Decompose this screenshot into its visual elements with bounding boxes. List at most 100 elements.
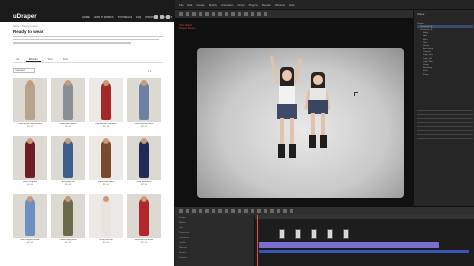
search-icon[interactable]: [154, 15, 158, 19]
scene-tree-item[interactable]: Props: [417, 73, 473, 76]
tab-kids[interactable]: Kids: [60, 57, 71, 62]
timeline-tool-icon[interactable]: [283, 209, 287, 213]
product-card[interactable]: White tank top $15.00: [89, 194, 123, 249]
cart-icon[interactable]: [166, 15, 170, 19]
product-image[interactable]: [89, 194, 123, 238]
product-card[interactable]: Blue yoga set $15.00: [51, 136, 85, 191]
product-image[interactable]: [13, 194, 47, 238]
timeline-tool-icon[interactable]: [218, 209, 222, 213]
menu-edit[interactable]: Edit: [188, 3, 193, 7]
product-card[interactable]: Camo cargo pants $15.00: [51, 194, 85, 249]
toolbar-tool-icon[interactable]: [211, 12, 215, 16]
product-card[interactable]: Floral summer dress $15.00: [127, 78, 161, 133]
product-card[interactable]: Wine red gown $15.00: [13, 136, 47, 191]
menu-file[interactable]: File: [179, 3, 184, 7]
sort-select[interactable]: Featured: [13, 68, 35, 73]
timeline-tool-icon[interactable]: [257, 209, 261, 213]
menu-plugins[interactable]: Plugins: [249, 3, 258, 7]
product-card[interactable]: Crop top with long trousers $15.00: [13, 78, 47, 133]
product-card[interactable]: Red sweater and jeans $15.00: [89, 78, 123, 133]
toolbar-tool-icon[interactable]: [237, 12, 241, 16]
product-image[interactable]: [13, 78, 47, 122]
site-logo[interactable]: uDraper: [13, 14, 37, 20]
product-image[interactable]: [51, 194, 85, 238]
product-card[interactable]: Navy midi dress $15.00: [127, 136, 161, 191]
timeline-tool-icon[interactable]: [237, 209, 241, 213]
motion-clip[interactable]: [259, 242, 439, 248]
product-image[interactable]: [127, 78, 161, 122]
toolbar-tool-icon[interactable]: [224, 12, 228, 16]
boot-right: [320, 135, 327, 148]
product-card[interactable]: Red satin slip dress $15.00: [127, 194, 161, 249]
menu-script[interactable]: Script: [237, 3, 244, 7]
nav-link[interactable]: FAQ: [136, 16, 141, 19]
toolbar-tool-icon[interactable]: [231, 12, 235, 16]
character-b[interactable]: [303, 70, 333, 180]
menu-animation[interactable]: Animation: [221, 3, 233, 7]
toolbar-tool-icon[interactable]: [257, 12, 261, 16]
timeline-tool-icon[interactable]: [224, 209, 228, 213]
keyframe-thumb[interactable]: [311, 229, 317, 239]
toolbar-tool-icon[interactable]: [192, 12, 196, 16]
product-card[interactable]: Brown satin dress $15.00: [89, 136, 123, 191]
character-a[interactable]: [270, 54, 304, 184]
timeline-tracks-area[interactable]: [255, 215, 474, 266]
toolbar-tool-icon[interactable]: [244, 12, 248, 16]
timeline-tool-icon[interactable]: [250, 209, 254, 213]
tree-item-label: Project: [417, 22, 424, 25]
scene-manager-panel: Scene Project Character_A Character_B Body H…: [413, 10, 474, 206]
timeline-tool-icon[interactable]: [192, 209, 196, 213]
timeline-tool-icon[interactable]: [276, 209, 280, 213]
timeline-tool-icon[interactable]: [211, 209, 215, 213]
tab-men[interactable]: Men: [45, 57, 56, 62]
timeline-tool-icon[interactable]: [198, 209, 202, 213]
product-image[interactable]: [89, 136, 123, 180]
product-image[interactable]: [51, 78, 85, 122]
timeline-tool-icon[interactable]: [185, 209, 189, 213]
track-row[interactable]: Camera: [175, 255, 254, 260]
nav-link[interactable]: TUTORIALS: [118, 16, 133, 19]
keyframe-thumb[interactable]: [279, 229, 285, 239]
timeline-tool-icon[interactable]: [179, 209, 183, 213]
timeline-tool-icon[interactable]: [205, 209, 209, 213]
track-label: Camera: [179, 256, 187, 259]
playhead[interactable]: [257, 215, 258, 266]
menu-help[interactable]: Help: [289, 3, 295, 7]
product-card[interactable]: Silver puffer jacket $15.00: [51, 78, 85, 133]
product-image[interactable]: [13, 136, 47, 180]
timeline-tool-icon[interactable]: [270, 209, 274, 213]
keyframe-thumb[interactable]: [343, 229, 349, 239]
keyframe-thumb[interactable]: [295, 229, 301, 239]
tab-women[interactable]: Women: [25, 57, 41, 62]
nav-link[interactable]: HOME: [82, 16, 90, 19]
timeline-tool-icon[interactable]: [289, 209, 293, 213]
account-icon[interactable]: [160, 15, 164, 19]
product-image[interactable]: [89, 78, 123, 122]
product-image[interactable]: [127, 136, 161, 180]
toolbar-tool-icon[interactable]: [205, 12, 209, 16]
menu-create[interactable]: Create: [196, 3, 204, 7]
breadcrumb[interactable]: Home > Ready to wear: [13, 25, 38, 28]
menu-modify[interactable]: Modify: [209, 3, 217, 7]
toolbar-tool-icon[interactable]: [218, 12, 222, 16]
product-image[interactable]: [127, 194, 161, 238]
tab-all[interactable]: All: [13, 57, 22, 62]
toolbar-tool-icon[interactable]: [263, 12, 267, 16]
nav-link[interactable]: HOW IT WORKS: [94, 16, 114, 19]
toolbar-tool-icon[interactable]: [185, 12, 189, 16]
timeline-tool-icon[interactable]: [244, 209, 248, 213]
toolbar-tool-icon[interactable]: [179, 12, 183, 16]
audio-clip[interactable]: [259, 250, 469, 253]
time-ruler[interactable]: [255, 215, 474, 219]
menu-window[interactable]: Window: [275, 3, 285, 7]
timeline-tool-icon[interactable]: [231, 209, 235, 213]
menu-render[interactable]: Render: [262, 3, 271, 7]
product-card[interactable]: Blue cropped hoodie $15.00: [13, 194, 47, 249]
product-image[interactable]: [51, 136, 85, 180]
pagination[interactable]: 1 2: [148, 70, 151, 73]
toolbar-tool-icon[interactable]: [198, 12, 202, 16]
toolbar-tool-icon[interactable]: [250, 12, 254, 16]
timeline-tool-icon[interactable]: [263, 209, 267, 213]
keyframe-thumb[interactable]: [327, 229, 333, 239]
3d-viewport[interactable]: Pick Object Project Dance: [175, 18, 413, 206]
